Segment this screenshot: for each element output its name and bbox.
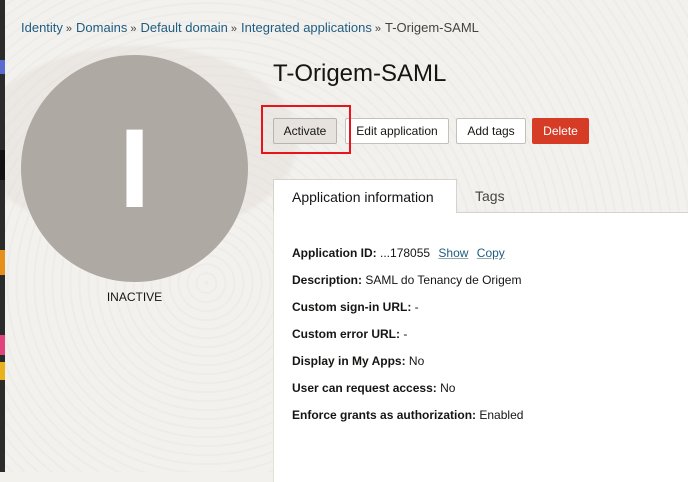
field-enforce-grants: Enforce grants as authorization: Enabled <box>292 408 523 422</box>
field-label: Custom error URL: <box>292 327 401 341</box>
breadcrumb-domains[interactable]: Domains <box>76 20 127 35</box>
delete-button[interactable]: Delete <box>532 118 589 144</box>
field-custom-error-url: Custom error URL: - <box>292 327 407 341</box>
breadcrumb-separator: » <box>65 23 73 35</box>
left-edge-mark <box>0 150 5 180</box>
breadcrumb-separator: » <box>374 23 381 35</box>
field-label: Application ID: <box>292 246 377 260</box>
left-edge-mark <box>0 250 5 275</box>
left-edge-mark <box>0 362 5 380</box>
field-label: Description: <box>292 273 363 287</box>
field-label: User can request access: <box>292 381 437 395</box>
field-value: No <box>408 354 425 368</box>
field-label: Display in My Apps: <box>292 354 406 368</box>
field-value: - <box>414 300 419 314</box>
field-description: Description: SAML do Tenancy de Origem <box>292 273 521 287</box>
page-title: T-Origem-SAML <box>273 60 447 87</box>
field-label: Custom sign-in URL: <box>292 300 412 314</box>
field-label: Enforce grants as authorization: <box>292 408 477 422</box>
copy-link[interactable]: Copy <box>477 246 505 260</box>
breadcrumb-current: T-Origem-SAML <box>384 20 479 35</box>
application-info-panel: Application ID: ...178055 Show Copy Desc… <box>273 212 688 482</box>
field-application-id: Application ID: ...178055 Show Copy <box>292 246 505 260</box>
add-tags-button[interactable]: Add tags <box>456 118 526 144</box>
app-avatar: I <box>21 55 248 282</box>
edit-application-button[interactable]: Edit application <box>345 118 449 144</box>
field-display-in-my-apps: Display in My Apps: No <box>292 354 424 368</box>
field-value: ...178055 <box>380 246 431 260</box>
breadcrumb-separator: » <box>130 23 137 35</box>
breadcrumb-separator: » <box>230 23 238 35</box>
field-value: Enabled <box>479 408 524 422</box>
left-edge-mark <box>0 335 5 355</box>
left-edge-mark <box>0 60 5 74</box>
field-value: No <box>440 381 456 395</box>
tab-tags[interactable]: Tags <box>475 179 535 213</box>
field-user-can-request-access: User can request access: No <box>292 381 455 395</box>
tab-application-information[interactable]: Application information <box>273 179 457 213</box>
app-status: INACTIVE <box>106 290 163 304</box>
field-value: - <box>403 327 408 341</box>
field-value: SAML do Tenancy de Origem <box>365 273 522 287</box>
breadcrumb-identity[interactable]: Identity <box>21 20 63 35</box>
field-custom-signin-url: Custom sign-in URL: - <box>292 300 419 314</box>
left-edge-strip <box>0 0 5 472</box>
breadcrumb: Identity» Domains» Default domain» Integrat… <box>21 20 479 35</box>
show-link[interactable]: Show <box>438 246 468 260</box>
breadcrumb-integrated-applications[interactable]: Integrated applications <box>241 20 372 35</box>
breadcrumb-default-domain[interactable]: Default domain <box>140 20 227 35</box>
activate-button[interactable]: Activate <box>273 118 337 144</box>
avatar-letter: I <box>118 105 151 231</box>
